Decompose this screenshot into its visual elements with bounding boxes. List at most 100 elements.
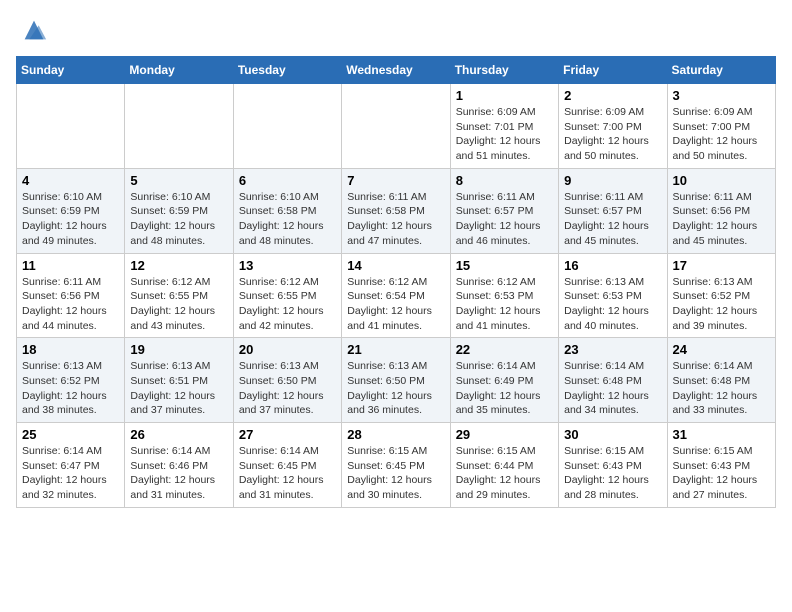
day-number: 20: [239, 342, 336, 357]
day-info: Sunrise: 6:09 AM Sunset: 7:00 PM Dayligh…: [673, 105, 770, 164]
day-number: 3: [673, 88, 770, 103]
day-number: 6: [239, 173, 336, 188]
day-info: Sunrise: 6:14 AM Sunset: 6:48 PM Dayligh…: [564, 359, 661, 418]
calendar-cell: 11 Sunrise: 6:11 AM Sunset: 6:56 PM Dayli…: [17, 253, 125, 338]
calendar-cell: 18 Sunrise: 6:13 AM Sunset: 6:52 PM Dayli…: [17, 338, 125, 423]
day-info: Sunrise: 6:10 AM Sunset: 6:58 PM Dayligh…: [239, 190, 336, 249]
day-info: Sunrise: 6:13 AM Sunset: 6:52 PM Dayligh…: [22, 359, 119, 418]
calendar-cell: [125, 84, 233, 169]
day-info: Sunrise: 6:15 AM Sunset: 6:44 PM Dayligh…: [456, 444, 553, 503]
day-info: Sunrise: 6:14 AM Sunset: 6:45 PM Dayligh…: [239, 444, 336, 503]
calendar-cell: 13 Sunrise: 6:12 AM Sunset: 6:55 PM Dayli…: [233, 253, 341, 338]
day-info: Sunrise: 6:15 AM Sunset: 6:43 PM Dayligh…: [564, 444, 661, 503]
calendar-day-header: Friday: [559, 57, 667, 84]
day-number: 18: [22, 342, 119, 357]
calendar-header-row: SundayMondayTuesdayWednesdayThursdayFrid…: [17, 57, 776, 84]
calendar-cell: 31 Sunrise: 6:15 AM Sunset: 6:43 PM Dayli…: [667, 423, 775, 508]
day-number: 4: [22, 173, 119, 188]
day-info: Sunrise: 6:11 AM Sunset: 6:57 PM Dayligh…: [564, 190, 661, 249]
day-info: Sunrise: 6:12 AM Sunset: 6:55 PM Dayligh…: [239, 275, 336, 334]
calendar-day-header: Saturday: [667, 57, 775, 84]
calendar-cell: 28Sunrise: 6:15 AM Sunset: 6:45 PM Dayli…: [342, 423, 450, 508]
day-number: 16: [564, 258, 661, 273]
day-number: 27: [239, 427, 336, 442]
day-info: Sunrise: 6:13 AM Sunset: 6:53 PM Dayligh…: [564, 275, 661, 334]
calendar-cell: 15Sunrise: 6:12 AM Sunset: 6:53 PM Dayli…: [450, 253, 558, 338]
day-info: Sunrise: 6:14 AM Sunset: 6:48 PM Dayligh…: [673, 359, 770, 418]
calendar-cell: 29 Sunrise: 6:15 AM Sunset: 6:44 PM Dayli…: [450, 423, 558, 508]
calendar-table: SundayMondayTuesdayWednesdayThursdayFrid…: [16, 56, 776, 508]
day-number: 30: [564, 427, 661, 442]
day-info: Sunrise: 6:13 AM Sunset: 6:52 PM Dayligh…: [673, 275, 770, 334]
calendar-cell: 2 Sunrise: 6:09 AM Sunset: 7:00 PM Daylig…: [559, 84, 667, 169]
day-info: Sunrise: 6:11 AM Sunset: 6:57 PM Dayligh…: [456, 190, 553, 249]
day-number: 28: [347, 427, 444, 442]
calendar-day-header: Monday: [125, 57, 233, 84]
day-number: 13: [239, 258, 336, 273]
day-number: 19: [130, 342, 227, 357]
calendar-cell: [342, 84, 450, 169]
day-info: Sunrise: 6:13 AM Sunset: 6:51 PM Dayligh…: [130, 359, 227, 418]
calendar-cell: 24 Sunrise: 6:14 AM Sunset: 6:48 PM Dayli…: [667, 338, 775, 423]
day-number: 21: [347, 342, 444, 357]
calendar-week-row: 1Sunrise: 6:09 AM Sunset: 7:01 PM Daylig…: [17, 84, 776, 169]
calendar-day-header: Wednesday: [342, 57, 450, 84]
calendar-cell: 17 Sunrise: 6:13 AM Sunset: 6:52 PM Dayli…: [667, 253, 775, 338]
calendar-cell: 16 Sunrise: 6:13 AM Sunset: 6:53 PM Dayli…: [559, 253, 667, 338]
day-info: Sunrise: 6:13 AM Sunset: 6:50 PM Dayligh…: [347, 359, 444, 418]
calendar-cell: 8 Sunrise: 6:11 AM Sunset: 6:57 PM Daylig…: [450, 168, 558, 253]
day-number: 8: [456, 173, 553, 188]
day-number: 10: [673, 173, 770, 188]
day-info: Sunrise: 6:14 AM Sunset: 6:46 PM Dayligh…: [130, 444, 227, 503]
calendar-cell: 26 Sunrise: 6:14 AM Sunset: 6:46 PM Dayli…: [125, 423, 233, 508]
day-number: 7: [347, 173, 444, 188]
day-number: 17: [673, 258, 770, 273]
calendar-cell: 20 Sunrise: 6:13 AM Sunset: 6:50 PM Dayli…: [233, 338, 341, 423]
day-info: Sunrise: 6:12 AM Sunset: 6:53 PM Dayligh…: [456, 275, 553, 334]
calendar-cell: 23Sunrise: 6:14 AM Sunset: 6:48 PM Dayli…: [559, 338, 667, 423]
page-container: SundayMondayTuesdayWednesdayThursdayFrid…: [0, 0, 792, 518]
calendar-cell: 12 Sunrise: 6:12 AM Sunset: 6:55 PM Dayli…: [125, 253, 233, 338]
day-info: Sunrise: 6:12 AM Sunset: 6:54 PM Dayligh…: [347, 275, 444, 334]
calendar-cell: 7 Sunrise: 6:11 AM Sunset: 6:58 PM Daylig…: [342, 168, 450, 253]
day-number: 14: [347, 258, 444, 273]
calendar-day-header: Sunday: [17, 57, 125, 84]
calendar-week-row: 11 Sunrise: 6:11 AM Sunset: 6:56 PM Dayli…: [17, 253, 776, 338]
day-info: Sunrise: 6:12 AM Sunset: 6:55 PM Dayligh…: [130, 275, 227, 334]
day-number: 22: [456, 342, 553, 357]
calendar-cell: 25 Sunrise: 6:14 AM Sunset: 6:47 PM Dayli…: [17, 423, 125, 508]
day-info: Sunrise: 6:13 AM Sunset: 6:50 PM Dayligh…: [239, 359, 336, 418]
calendar-cell: 14 Sunrise: 6:12 AM Sunset: 6:54 PM Dayli…: [342, 253, 450, 338]
calendar-cell: [17, 84, 125, 169]
day-number: 25: [22, 427, 119, 442]
calendar-cell: 6 Sunrise: 6:10 AM Sunset: 6:58 PM Daylig…: [233, 168, 341, 253]
day-info: Sunrise: 6:14 AM Sunset: 6:49 PM Dayligh…: [456, 359, 553, 418]
day-info: Sunrise: 6:11 AM Sunset: 6:58 PM Dayligh…: [347, 190, 444, 249]
calendar-cell: 22 Sunrise: 6:14 AM Sunset: 6:49 PM Dayli…: [450, 338, 558, 423]
logo: [16, 16, 48, 44]
calendar-cell: 1Sunrise: 6:09 AM Sunset: 7:01 PM Daylig…: [450, 84, 558, 169]
calendar-cell: 19 Sunrise: 6:13 AM Sunset: 6:51 PM Dayli…: [125, 338, 233, 423]
day-info: Sunrise: 6:10 AM Sunset: 6:59 PM Dayligh…: [130, 190, 227, 249]
calendar-cell: 9 Sunrise: 6:11 AM Sunset: 6:57 PM Daylig…: [559, 168, 667, 253]
calendar-day-header: Tuesday: [233, 57, 341, 84]
calendar-day-header: Thursday: [450, 57, 558, 84]
day-number: 26: [130, 427, 227, 442]
calendar-cell: 10 Sunrise: 6:11 AM Sunset: 6:56 PM Dayli…: [667, 168, 775, 253]
day-info: Sunrise: 6:15 AM Sunset: 6:43 PM Dayligh…: [673, 444, 770, 503]
logo-icon: [20, 16, 48, 44]
day-number: 11: [22, 258, 119, 273]
day-info: Sunrise: 6:11 AM Sunset: 6:56 PM Dayligh…: [673, 190, 770, 249]
calendar-cell: 5 Sunrise: 6:10 AM Sunset: 6:59 PM Daylig…: [125, 168, 233, 253]
day-number: 2: [564, 88, 661, 103]
day-number: 12: [130, 258, 227, 273]
day-number: 9: [564, 173, 661, 188]
day-number: 5: [130, 173, 227, 188]
day-info: Sunrise: 6:09 AM Sunset: 7:00 PM Dayligh…: [564, 105, 661, 164]
day-number: 29: [456, 427, 553, 442]
day-info: Sunrise: 6:11 AM Sunset: 6:56 PM Dayligh…: [22, 275, 119, 334]
day-number: 31: [673, 427, 770, 442]
day-info: Sunrise: 6:14 AM Sunset: 6:47 PM Dayligh…: [22, 444, 119, 503]
day-number: 24: [673, 342, 770, 357]
calendar-cell: 30 Sunrise: 6:15 AM Sunset: 6:43 PM Dayli…: [559, 423, 667, 508]
